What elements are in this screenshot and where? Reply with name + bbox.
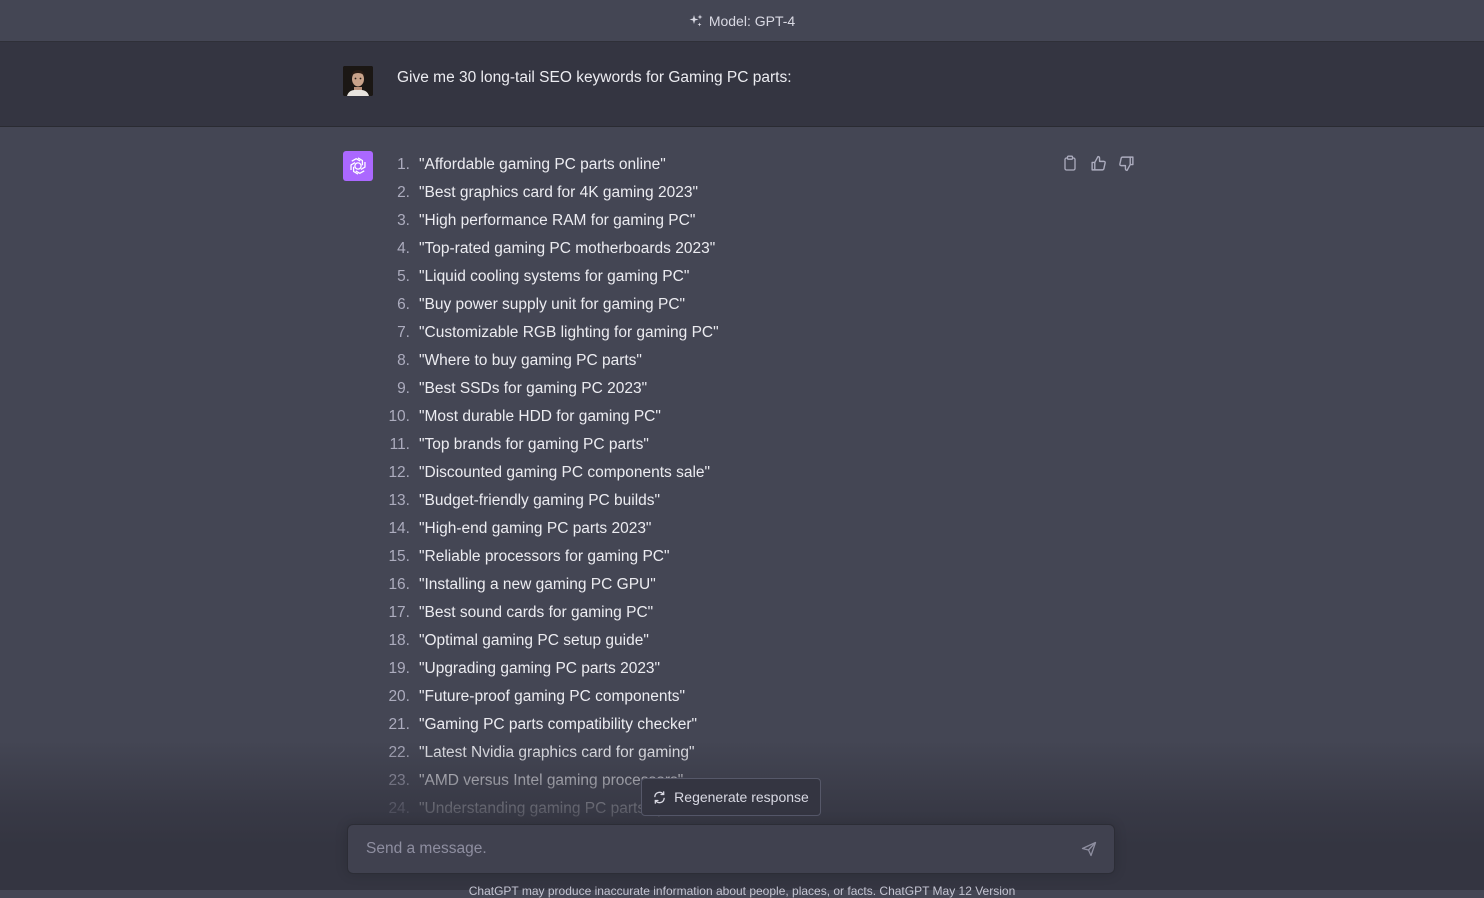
list-item-number: 18. bbox=[388, 632, 410, 649]
list-item-text: "Buy power supply unit for gaming PC" bbox=[419, 296, 686, 313]
thumbs-up-icon[interactable] bbox=[1089, 154, 1107, 172]
list-item-number: 24. bbox=[388, 800, 410, 817]
list-item-text: "Most durable HDD for gaming PC" bbox=[419, 408, 661, 425]
model-label: Model: GPT-4 bbox=[708, 12, 796, 29]
list-item: 9. "Best SSDs for gaming PC 2023" bbox=[380, 375, 719, 403]
list-item-number: 10. bbox=[388, 408, 410, 425]
list-item-number: 5. bbox=[397, 268, 410, 285]
list-item-number: 1. bbox=[397, 156, 410, 173]
list-item-number: 23. bbox=[388, 772, 410, 789]
list-item: 10. "Most durable HDD for gaming PC" bbox=[380, 403, 719, 431]
list-item: 22. "Latest Nvidia graphics card for gami… bbox=[380, 739, 719, 767]
list-item-number: 17. bbox=[388, 604, 410, 621]
list-item: 6. "Buy power supply unit for gaming PC" bbox=[380, 291, 719, 319]
list-item-text: "Best sound cards for gaming PC" bbox=[419, 604, 654, 621]
list-item-text: "Affordable gaming PC parts online" bbox=[419, 156, 666, 173]
send-icon[interactable] bbox=[1080, 840, 1098, 858]
list-item-text: "Top brands for gaming PC parts" bbox=[419, 436, 649, 453]
list-item: 16. "Installing a new gaming PC GPU" bbox=[380, 571, 719, 599]
list-item-text: "High performance RAM for gaming PC" bbox=[419, 212, 696, 229]
thumbs-down-icon[interactable] bbox=[1117, 154, 1135, 172]
list-item: 20. "Future-proof gaming PC components" bbox=[380, 683, 719, 711]
list-item-number: 2. bbox=[397, 184, 410, 201]
list-item: 18. "Optimal gaming PC setup guide" bbox=[380, 627, 719, 655]
list-item-text: "Upgrading gaming PC parts 2023" bbox=[419, 660, 661, 677]
regenerate-response-button[interactable]: Regenerate response bbox=[641, 778, 821, 816]
list-item: 17. "Best sound cards for gaming PC" bbox=[380, 599, 719, 627]
list-item-text: "Liquid cooling systems for gaming PC" bbox=[419, 268, 690, 285]
list-item: 13. "Budget-friendly gaming PC builds" bbox=[380, 487, 719, 515]
list-item-number: 20. bbox=[388, 688, 410, 705]
list-item-number: 8. bbox=[397, 352, 410, 369]
list-item: 4. "Top-rated gaming PC motherboards 2023… bbox=[380, 235, 719, 263]
list-item-text: "Best graphics card for 4K gaming 2023" bbox=[419, 184, 698, 201]
list-item: 3. "High performance RAM for gaming PC" bbox=[380, 207, 719, 235]
list-item-number: 14. bbox=[388, 520, 410, 537]
user-message-text: Give me 30 long-tail SEO keywords for Ga… bbox=[397, 69, 792, 86]
user-avatar bbox=[343, 66, 373, 96]
list-item: 5. "Liquid cooling systems for gaming PC" bbox=[380, 263, 719, 291]
list-item-number: 13. bbox=[388, 492, 410, 509]
message-composer bbox=[347, 824, 1115, 874]
list-item-text: "Top-rated gaming PC motherboards 2023" bbox=[419, 240, 716, 257]
list-item-number: 11. bbox=[389, 436, 410, 453]
list-item: 1. "Affordable gaming PC parts online" bbox=[380, 151, 719, 179]
list-item-text: "Optimal gaming PC setup guide" bbox=[419, 632, 649, 649]
assistant-message-row: 1. "Affordable gaming PC parts online" 2. "… bbox=[0, 127, 1484, 827]
list-item-text: "Latest Nvidia graphics card for gaming" bbox=[419, 744, 695, 761]
user-message-row: Give me 30 long-tail SEO keywords for Ga… bbox=[0, 42, 1484, 127]
list-item-number: 15. bbox=[388, 548, 410, 565]
list-item: 21. "Gaming PC parts compatibility checke… bbox=[380, 711, 719, 739]
list-item-number: 3. bbox=[397, 212, 410, 229]
list-item-number: 16. bbox=[388, 576, 410, 593]
keyword-list: 1. "Affordable gaming PC parts online" 2. "… bbox=[380, 151, 719, 823]
list-item-text: "Gaming PC parts compatibility checker" bbox=[419, 716, 698, 733]
list-item-number: 4. bbox=[397, 240, 410, 257]
list-item: 11. "Top brands for gaming PC parts" bbox=[380, 431, 719, 459]
refresh-icon bbox=[653, 790, 666, 804]
list-item-text: "Where to buy gaming PC parts" bbox=[419, 352, 642, 369]
list-item: 14. "High-end gaming PC parts 2023" bbox=[380, 515, 719, 543]
list-item-number: 22. bbox=[388, 744, 410, 761]
message-input[interactable] bbox=[364, 825, 1064, 873]
list-item-number: 21. bbox=[388, 716, 410, 733]
footer-disclaimer: ChatGPT may produce inaccurate informati… bbox=[468, 884, 1016, 898]
list-item-text: "Best SSDs for gaming PC 2023" bbox=[419, 380, 648, 397]
list-item: 15. "Reliable processors for gaming PC" bbox=[380, 543, 719, 571]
message-actions bbox=[1061, 154, 1135, 172]
sparkle-icon bbox=[689, 14, 703, 28]
list-item: 12. "Discounted gaming PC components sale… bbox=[380, 459, 719, 487]
regenerate-label: Regenerate response bbox=[674, 789, 809, 805]
list-item: 7. "Customizable RGB lighting for gaming … bbox=[380, 319, 719, 347]
list-item-text: "Future-proof gaming PC components" bbox=[419, 688, 686, 705]
list-item-number: 6. bbox=[397, 296, 410, 313]
list-item-text: "Reliable processors for gaming PC" bbox=[419, 548, 670, 565]
list-item: 8. "Where to buy gaming PC parts" bbox=[380, 347, 719, 375]
list-item-text: "Installing a new gaming PC GPU" bbox=[419, 576, 656, 593]
list-item-text: "Discounted gaming PC components sale" bbox=[419, 464, 711, 481]
list-item: 2. "Best graphics card for 4K gaming 2023… bbox=[380, 179, 719, 207]
list-item: 19. "Upgrading gaming PC parts 2023" bbox=[380, 655, 719, 683]
openai-logo-icon bbox=[343, 151, 373, 181]
list-item-text: "High-end gaming PC parts 2023" bbox=[419, 520, 652, 537]
list-item-text: "Budget-friendly gaming PC builds" bbox=[419, 492, 661, 509]
list-item-number: 19. bbox=[388, 660, 410, 677]
list-item-number: 12. bbox=[388, 464, 410, 481]
copy-icon[interactable] bbox=[1061, 154, 1079, 172]
list-item-number: 9. bbox=[397, 380, 410, 397]
list-item-text: "Customizable RGB lighting for gaming PC… bbox=[419, 324, 719, 341]
model-header: Model: GPT-4 bbox=[0, 0, 1484, 42]
list-item-number: 7. bbox=[397, 324, 410, 341]
